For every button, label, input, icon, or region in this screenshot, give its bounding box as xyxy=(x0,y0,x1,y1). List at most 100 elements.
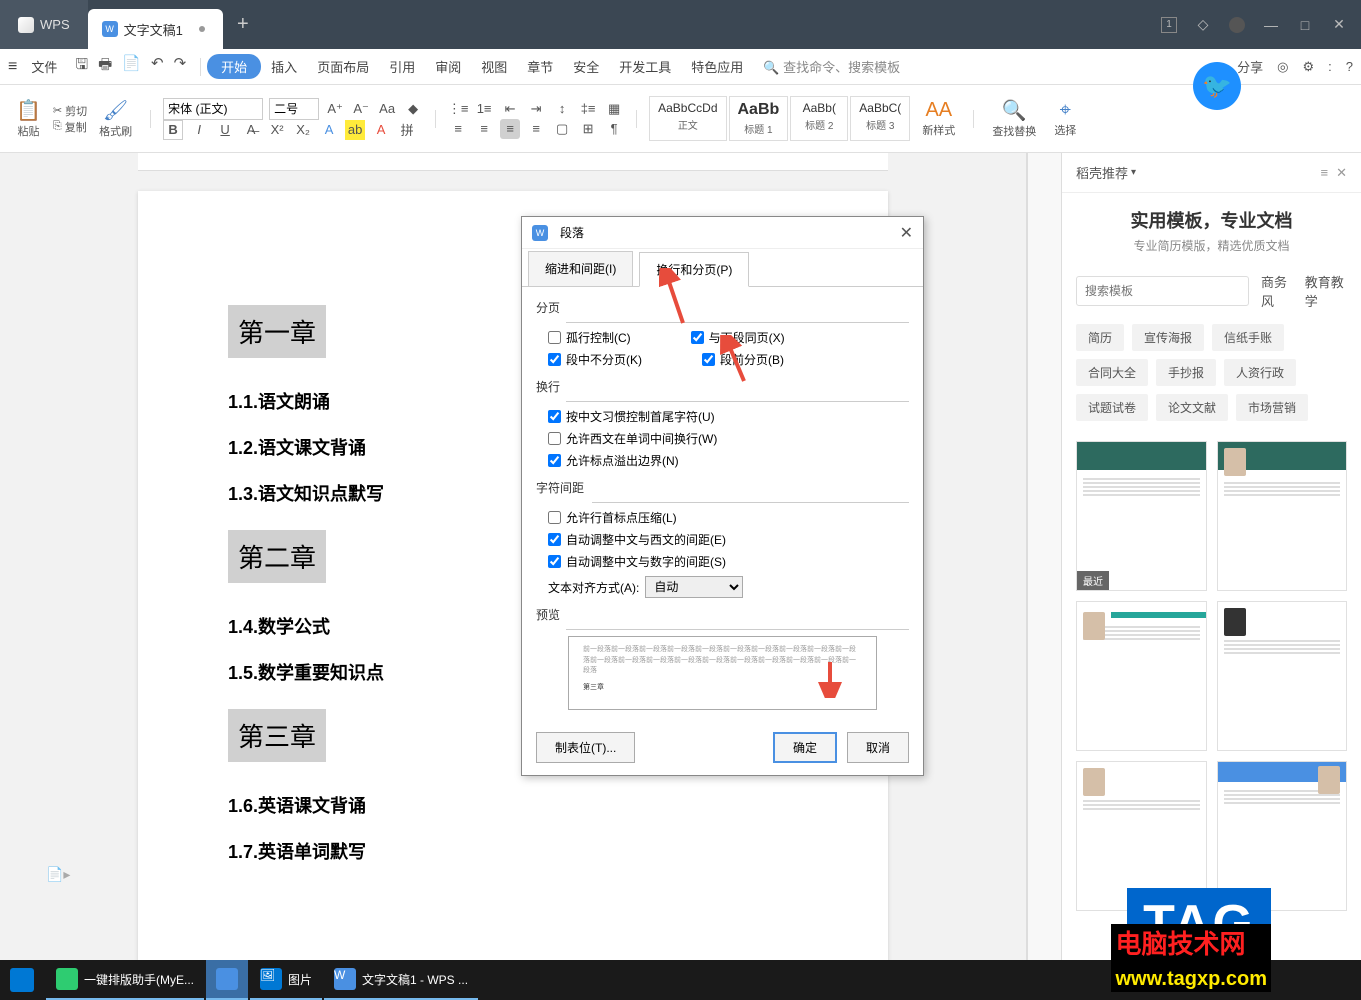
checkbox-keeplines[interactable]: 段中不分页(K) xyxy=(548,351,642,368)
tab-insert[interactable]: 插入 xyxy=(261,57,307,76)
ok-button[interactable]: 确定 xyxy=(773,732,837,763)
tag-poster[interactable]: 宣传海报 xyxy=(1132,324,1204,351)
subscript-button[interactable]: X₂ xyxy=(293,120,313,140)
style-heading1[interactable]: AaBb标题 1 xyxy=(729,96,789,141)
style-heading3[interactable]: AaBbC(标题 3 xyxy=(850,96,910,141)
ruler[interactable] xyxy=(138,153,888,171)
taskbar-start[interactable] xyxy=(0,960,44,1000)
close-button[interactable]: ✕ xyxy=(1331,17,1347,33)
wps-home-tab[interactable]: WPS xyxy=(0,0,88,49)
sidebar-close-icon[interactable]: ✕ xyxy=(1336,165,1347,181)
font-name-select[interactable] xyxy=(163,98,263,120)
taskbar-app2[interactable] xyxy=(206,960,248,1000)
tabstops-button[interactable]: 制表位(T)... xyxy=(536,732,635,763)
settings-icon[interactable]: ⚙ xyxy=(1302,59,1314,75)
skin-icon[interactable]: ◇ xyxy=(1195,17,1211,33)
clear-format-icon[interactable]: ◆ xyxy=(403,99,423,119)
dialog-tab-pagination[interactable]: 换行和分页(P) xyxy=(639,252,749,287)
font-size-select[interactable] xyxy=(269,98,319,120)
tab-security[interactable]: 安全 xyxy=(563,57,609,76)
sidebar-menu-icon[interactable]: ≡ xyxy=(1321,165,1329,181)
tabs-button[interactable]: ⊞ xyxy=(578,119,598,139)
taskbar-app1[interactable]: 一键排版助手(MyE... xyxy=(46,960,204,1000)
checkbox-orphan[interactable]: 孤行控制(C) xyxy=(548,329,631,346)
tab-review[interactable]: 审阅 xyxy=(425,57,471,76)
bullets-button[interactable]: ⋮≡ xyxy=(448,99,468,119)
checkbox-compress[interactable]: 允许行首标点压缩(L) xyxy=(548,509,677,526)
shading-button[interactable]: ▦ xyxy=(604,99,624,119)
tag-hr[interactable]: 人资行政 xyxy=(1224,359,1296,386)
highlight-button[interactable]: ab xyxy=(345,120,365,140)
align-distribute-button[interactable]: ≡ xyxy=(526,119,546,139)
tab-view[interactable]: 视图 xyxy=(471,57,517,76)
cut-button[interactable]: ✂ 剪切 xyxy=(53,103,87,119)
align-left-button[interactable]: ≡ xyxy=(448,119,468,139)
format-painter-button[interactable]: 🖌格式刷 xyxy=(93,96,138,141)
tab-layout[interactable]: 页面布局 xyxy=(307,57,379,76)
save-icon[interactable]: 🖫 xyxy=(75,54,88,79)
copy-button[interactable]: ⎘ 复制 xyxy=(53,119,87,135)
underline-button[interactable]: U xyxy=(215,120,235,140)
paragraph-button[interactable]: ¶ xyxy=(604,119,624,139)
align-justify-button[interactable]: ≡ xyxy=(500,119,520,139)
preview-icon[interactable]: 📄 xyxy=(122,54,141,79)
hamburger-icon[interactable]: ≡ xyxy=(8,58,17,76)
document-tab[interactable]: W 文字文稿1 xyxy=(88,9,223,49)
template-2[interactable] xyxy=(1217,441,1348,591)
paste-button[interactable]: 📋粘贴 xyxy=(10,96,47,141)
checkbox-cjk[interactable]: 按中文习惯控制首尾字符(U) xyxy=(548,408,715,425)
share-button[interactable]: 分享 xyxy=(1237,57,1263,76)
dialog-tab-indent[interactable]: 缩进和间距(I) xyxy=(528,251,633,286)
cancel-button[interactable]: 取消 xyxy=(847,732,909,763)
new-tab-button[interactable]: + xyxy=(223,5,263,45)
dialog-close-button[interactable]: ✕ xyxy=(900,223,913,243)
checkbox-autocjkdigit[interactable]: 自动调整中文与数字的间距(S) xyxy=(548,553,726,570)
badge-icon[interactable]: 1 xyxy=(1161,17,1177,33)
minimize-button[interactable]: — xyxy=(1263,17,1279,33)
tag-handcopy[interactable]: 手抄报 xyxy=(1156,359,1216,386)
select-button[interactable]: ⌖选择 xyxy=(1048,97,1082,140)
font-color-button[interactable]: A xyxy=(371,120,391,140)
align-center-button[interactable]: ≡ xyxy=(474,119,494,139)
template-search[interactable] xyxy=(1076,276,1249,306)
taskbar-app3[interactable]: 🖼图片 xyxy=(250,960,322,1000)
bold-button[interactable]: B xyxy=(163,120,183,140)
tab-chapter[interactable]: 章节 xyxy=(517,57,563,76)
checkbox-overflow[interactable]: 允许标点溢出边界(N) xyxy=(548,452,679,469)
tab-references[interactable]: 引用 xyxy=(379,57,425,76)
decrease-indent-button[interactable]: ⇤ xyxy=(500,99,520,119)
strikethrough-button[interactable]: A̶ xyxy=(241,120,261,140)
taskbar-app4[interactable]: W文字文稿1 - WPS ... xyxy=(324,960,478,1000)
checkbox-latin[interactable]: 允许西文在单词中间换行(W) xyxy=(548,430,717,447)
print-icon[interactable]: 🖶 xyxy=(98,54,112,79)
find-replace-button[interactable]: 🔍查找替换 xyxy=(986,96,1042,141)
user-icon[interactable] xyxy=(1229,17,1245,33)
sidebar-tab-business[interactable]: 商务风 xyxy=(1261,272,1293,310)
redo-icon[interactable]: ↷ xyxy=(174,54,187,79)
tab-special[interactable]: 特色应用 xyxy=(681,57,753,76)
style-heading2[interactable]: AaBb(标题 2 xyxy=(790,96,848,141)
tag-contract[interactable]: 合同大全 xyxy=(1076,359,1148,386)
xunjie-bird-icon[interactable]: 🐦 xyxy=(1193,62,1241,110)
phonetic-button[interactable]: 拼 xyxy=(397,120,417,140)
template-4[interactable] xyxy=(1217,601,1348,751)
tag-exam[interactable]: 试题试卷 xyxy=(1076,394,1148,421)
superscript-button[interactable]: X² xyxy=(267,120,287,140)
search-commands[interactable]: 🔍 查找命令、搜索模板 xyxy=(753,57,910,76)
undo-icon[interactable]: ↶ xyxy=(151,54,164,79)
increase-indent-button[interactable]: ⇥ xyxy=(526,99,546,119)
tab-start[interactable]: 开始 xyxy=(207,54,261,79)
checkbox-keepnext[interactable]: 与下段同页(X) xyxy=(691,329,785,346)
file-menu[interactable]: 文件 xyxy=(21,57,67,76)
style-normal[interactable]: AaBbCcDd正文 xyxy=(649,96,726,141)
decrease-font-icon[interactable]: A⁻ xyxy=(351,99,371,119)
tab-devtools[interactable]: 开发工具 xyxy=(609,57,681,76)
help-button[interactable]: ? xyxy=(1346,59,1353,74)
line-spacing-button[interactable]: ‡≡ xyxy=(578,99,598,119)
tag-resume[interactable]: 简历 xyxy=(1076,324,1124,351)
checkbox-autocjklatin[interactable]: 自动调整中文与西文的间距(E) xyxy=(548,531,726,548)
right-toolbar[interactable] xyxy=(1027,153,1061,1000)
numbering-button[interactable]: 1≡ xyxy=(474,99,494,119)
collab-icon[interactable]: ◎ xyxy=(1277,59,1288,75)
checkbox-pagebreak[interactable]: 段前分页(B) xyxy=(702,351,784,368)
